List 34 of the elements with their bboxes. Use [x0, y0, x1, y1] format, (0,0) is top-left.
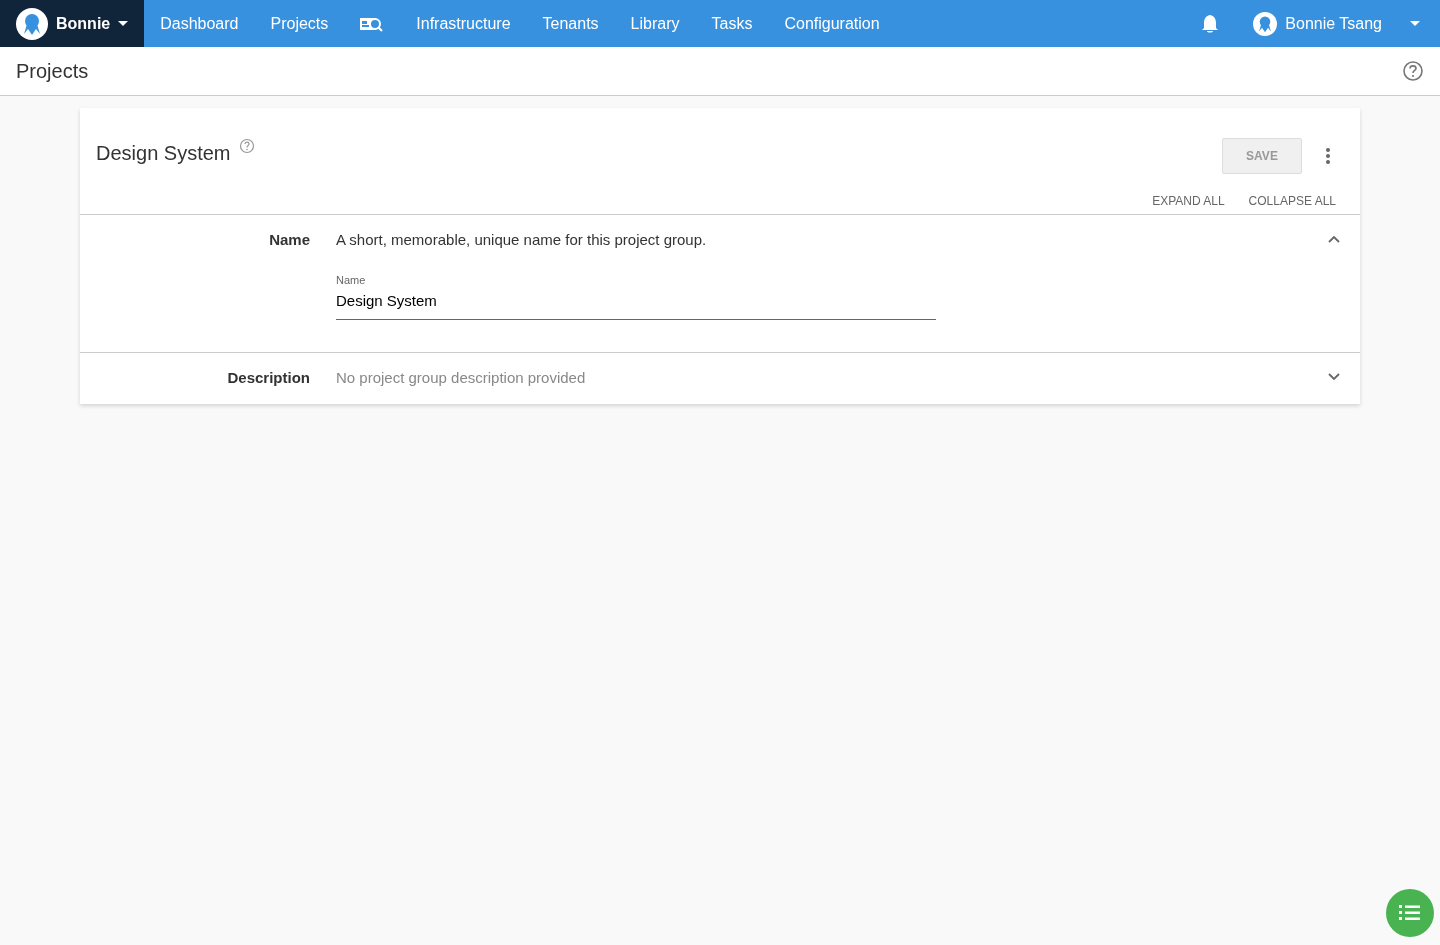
- help-icon[interactable]: [1402, 60, 1424, 82]
- more-vertical-icon[interactable]: [1326, 148, 1330, 164]
- nav-link[interactable]: Library: [614, 11, 696, 36]
- search-card-icon[interactable]: [360, 15, 385, 32]
- user-name: Bonnie Tsang: [1285, 13, 1382, 34]
- section-summary: A short, memorable, unique name for this project group.: [336, 230, 708, 250]
- nav-link[interactable]: Configuration: [768, 11, 896, 36]
- section-summary: No project group description provided: [336, 367, 587, 388]
- numbered-list-icon: [1399, 904, 1421, 922]
- field-label: Name: [336, 272, 367, 288]
- nav-link[interactable]: Tasks: [695, 11, 769, 36]
- nav-link[interactable]: Infrastructure: [400, 11, 527, 36]
- space-name: Bonnie: [56, 13, 111, 34]
- nav-link[interactable]: Tenants: [526, 11, 615, 36]
- chevron-up-icon[interactable]: [1328, 235, 1340, 243]
- nav-link[interactable]: Projects: [254, 11, 345, 36]
- task-list-button[interactable]: [1386, 889, 1434, 937]
- expand-all-button[interactable]: EXPAND ALL: [1152, 192, 1225, 210]
- space-switcher[interactable]: Bonnie: [0, 0, 145, 47]
- chevron-down-icon[interactable]: [1328, 372, 1340, 381]
- collapse-all-button[interactable]: COLLAPSE ALL: [1248, 192, 1336, 210]
- page-title: Projects: [16, 59, 89, 84]
- name-field[interactable]: Design System: [336, 288, 936, 320]
- octopus-avatar-icon: [1253, 11, 1278, 36]
- bell-icon[interactable]: [1201, 13, 1220, 34]
- section-label: Description: [226, 367, 311, 388]
- help-icon: [238, 138, 255, 154]
- card-title: Design System: [96, 141, 231, 166]
- user-menu[interactable]: Bonnie Tsang: [1253, 11, 1420, 36]
- octopus-avatar-icon: [16, 7, 48, 40]
- nav-link[interactable]: Dashboard: [144, 11, 255, 36]
- caret-icon: [118, 21, 129, 26]
- caret-icon: [1410, 21, 1420, 26]
- section-label: Name: [268, 230, 311, 250]
